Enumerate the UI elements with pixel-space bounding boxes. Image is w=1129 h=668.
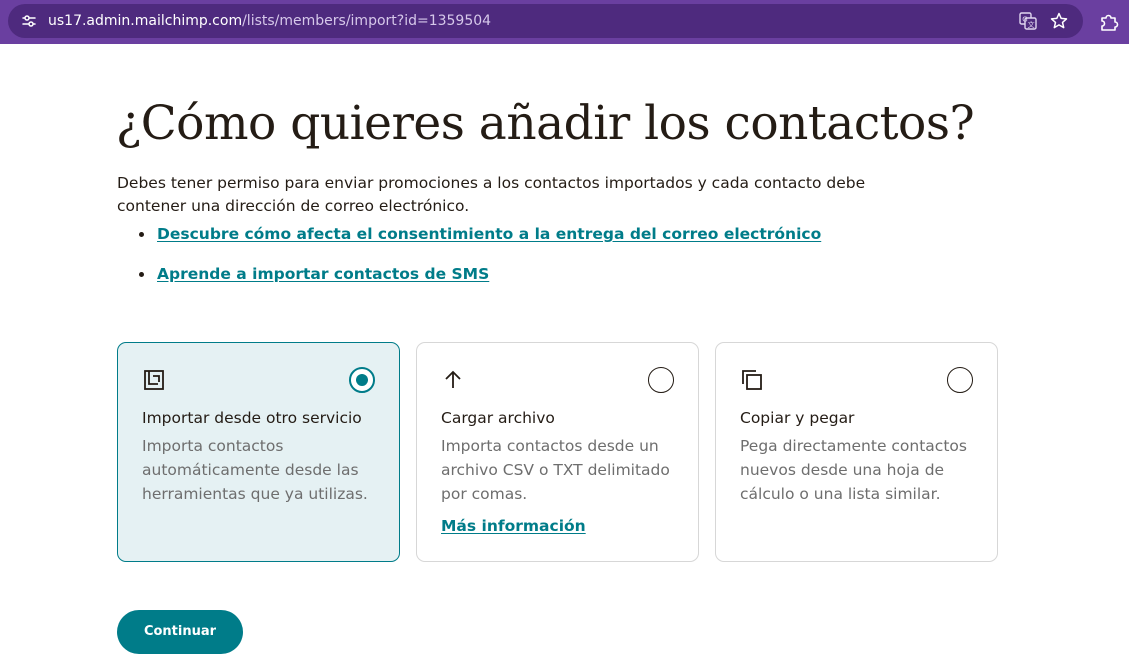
page-title: ¿Cómo quieres añadir los contactos? bbox=[116, 96, 975, 151]
option-description: Importa contactos automáticamente desde … bbox=[142, 437, 368, 503]
copy-icon bbox=[742, 370, 762, 390]
url-path: /lists/members/import?id=1359504 bbox=[242, 13, 492, 29]
url-text[interactable]: us17.admin.mailchimp.com/lists/members/i… bbox=[48, 12, 491, 30]
site-info-icon[interactable] bbox=[20, 12, 38, 30]
radio-upload-file[interactable] bbox=[648, 367, 674, 393]
upload-arrow-icon bbox=[445, 370, 461, 388]
url-host: us17.admin.mailchimp.com bbox=[48, 13, 243, 29]
import-service-icon bbox=[144, 370, 164, 390]
continue-button[interactable]: Continuar bbox=[117, 610, 243, 654]
svg-text:文: 文 bbox=[1028, 20, 1035, 29]
radio-import-service[interactable] bbox=[349, 367, 375, 393]
option-description: Pega directamente contactos nuevos desde… bbox=[740, 437, 967, 503]
option-card-upload-file[interactable]: Cargar archivo Importa contactos desde u… bbox=[416, 342, 699, 562]
star-icon[interactable] bbox=[1049, 11, 1069, 31]
more-info-link[interactable]: Más información bbox=[441, 515, 586, 537]
option-card-copy-paste[interactable]: Copiar y pegar Pega directamente contact… bbox=[715, 342, 998, 562]
consent-help-link[interactable]: Descubre cómo afecta el consentimiento a… bbox=[157, 225, 821, 243]
sms-import-help-link[interactable]: Aprende a importar contactos de SMS bbox=[157, 265, 489, 283]
list-item: Descubre cómo afecta el consentimiento a… bbox=[137, 224, 821, 244]
radio-copy-paste[interactable] bbox=[947, 367, 973, 393]
option-title: Importar desde otro servicio bbox=[142, 409, 362, 427]
extensions-icon[interactable] bbox=[1098, 10, 1120, 32]
page-description: Debes tener permiso para enviar promocio… bbox=[117, 174, 866, 215]
help-links-list: Descubre cómo afecta el consentimiento a… bbox=[137, 224, 821, 284]
option-card-import-service[interactable]: Importar desde otro servicio Importa con… bbox=[117, 342, 400, 562]
address-bar[interactable]: us17.admin.mailchimp.com/lists/members/i… bbox=[8, 4, 1083, 38]
option-title: Copiar y pegar bbox=[740, 409, 855, 427]
browser-toolbar: us17.admin.mailchimp.com/lists/members/i… bbox=[0, 0, 1129, 44]
option-title: Cargar archivo bbox=[441, 409, 555, 427]
translate-icon[interactable]: G 文 bbox=[1018, 11, 1038, 31]
option-description: Importa contactos desde un archivo CSV o… bbox=[441, 437, 670, 503]
list-item: Aprende a importar contactos de SMS bbox=[137, 264, 821, 284]
